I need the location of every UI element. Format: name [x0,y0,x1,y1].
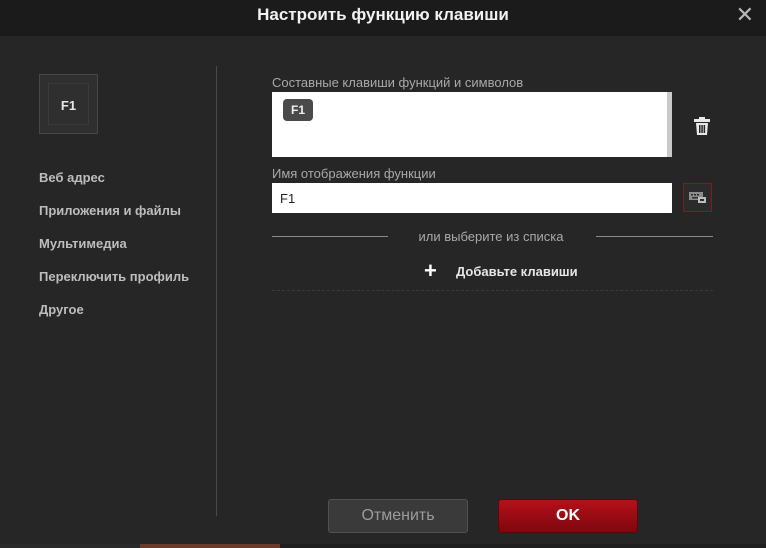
trash-icon[interactable] [693,116,711,136]
combo-scrollbar[interactable] [667,92,672,157]
combo-keys-field[interactable]: F1 [272,92,672,157]
vertical-divider [216,66,217,516]
menu-item-apps-files[interactable]: Приложения и файлы [39,203,189,236]
combo-keys-label: Составные клавиши функций и символов [272,75,524,90]
menu-item-switch-profile[interactable]: Переключить профиль [39,269,189,302]
list-divider [272,290,713,291]
key-chip[interactable]: F1 [283,99,313,121]
function-category-menu: Веб адрес Приложения и файлы Мультимедиа… [39,170,189,335]
bottom-strip [0,544,766,548]
display-name-label: Имя отображения функции [272,166,436,181]
menu-item-multimedia[interactable]: Мультимедиа [39,236,189,269]
ok-button[interactable]: OK [498,499,638,533]
plus-icon: + [424,258,437,283]
add-keys-button[interactable]: + Добавьте клавиши [424,260,578,282]
separator-text: или выберите из списка [418,229,564,244]
cancel-button[interactable]: Отменить [328,499,468,533]
menu-item-web-address[interactable]: Веб адрес [39,170,189,203]
title-bar: Настроить функцию клавиши ✕ [0,0,766,36]
separator-line-left [272,236,388,237]
display-name-input[interactable] [272,183,672,213]
close-icon[interactable]: ✕ [736,3,754,27]
dialog-title: Настроить функцию клавиши [257,5,509,24]
add-keys-label: Добавьте клавиши [456,263,578,279]
key-preview-label: F1 [60,98,77,113]
menu-item-other[interactable]: Другое [39,302,189,335]
separator-line-right [596,236,713,237]
keyboard-icon[interactable] [683,183,712,212]
key-preview: F1 [39,74,98,134]
